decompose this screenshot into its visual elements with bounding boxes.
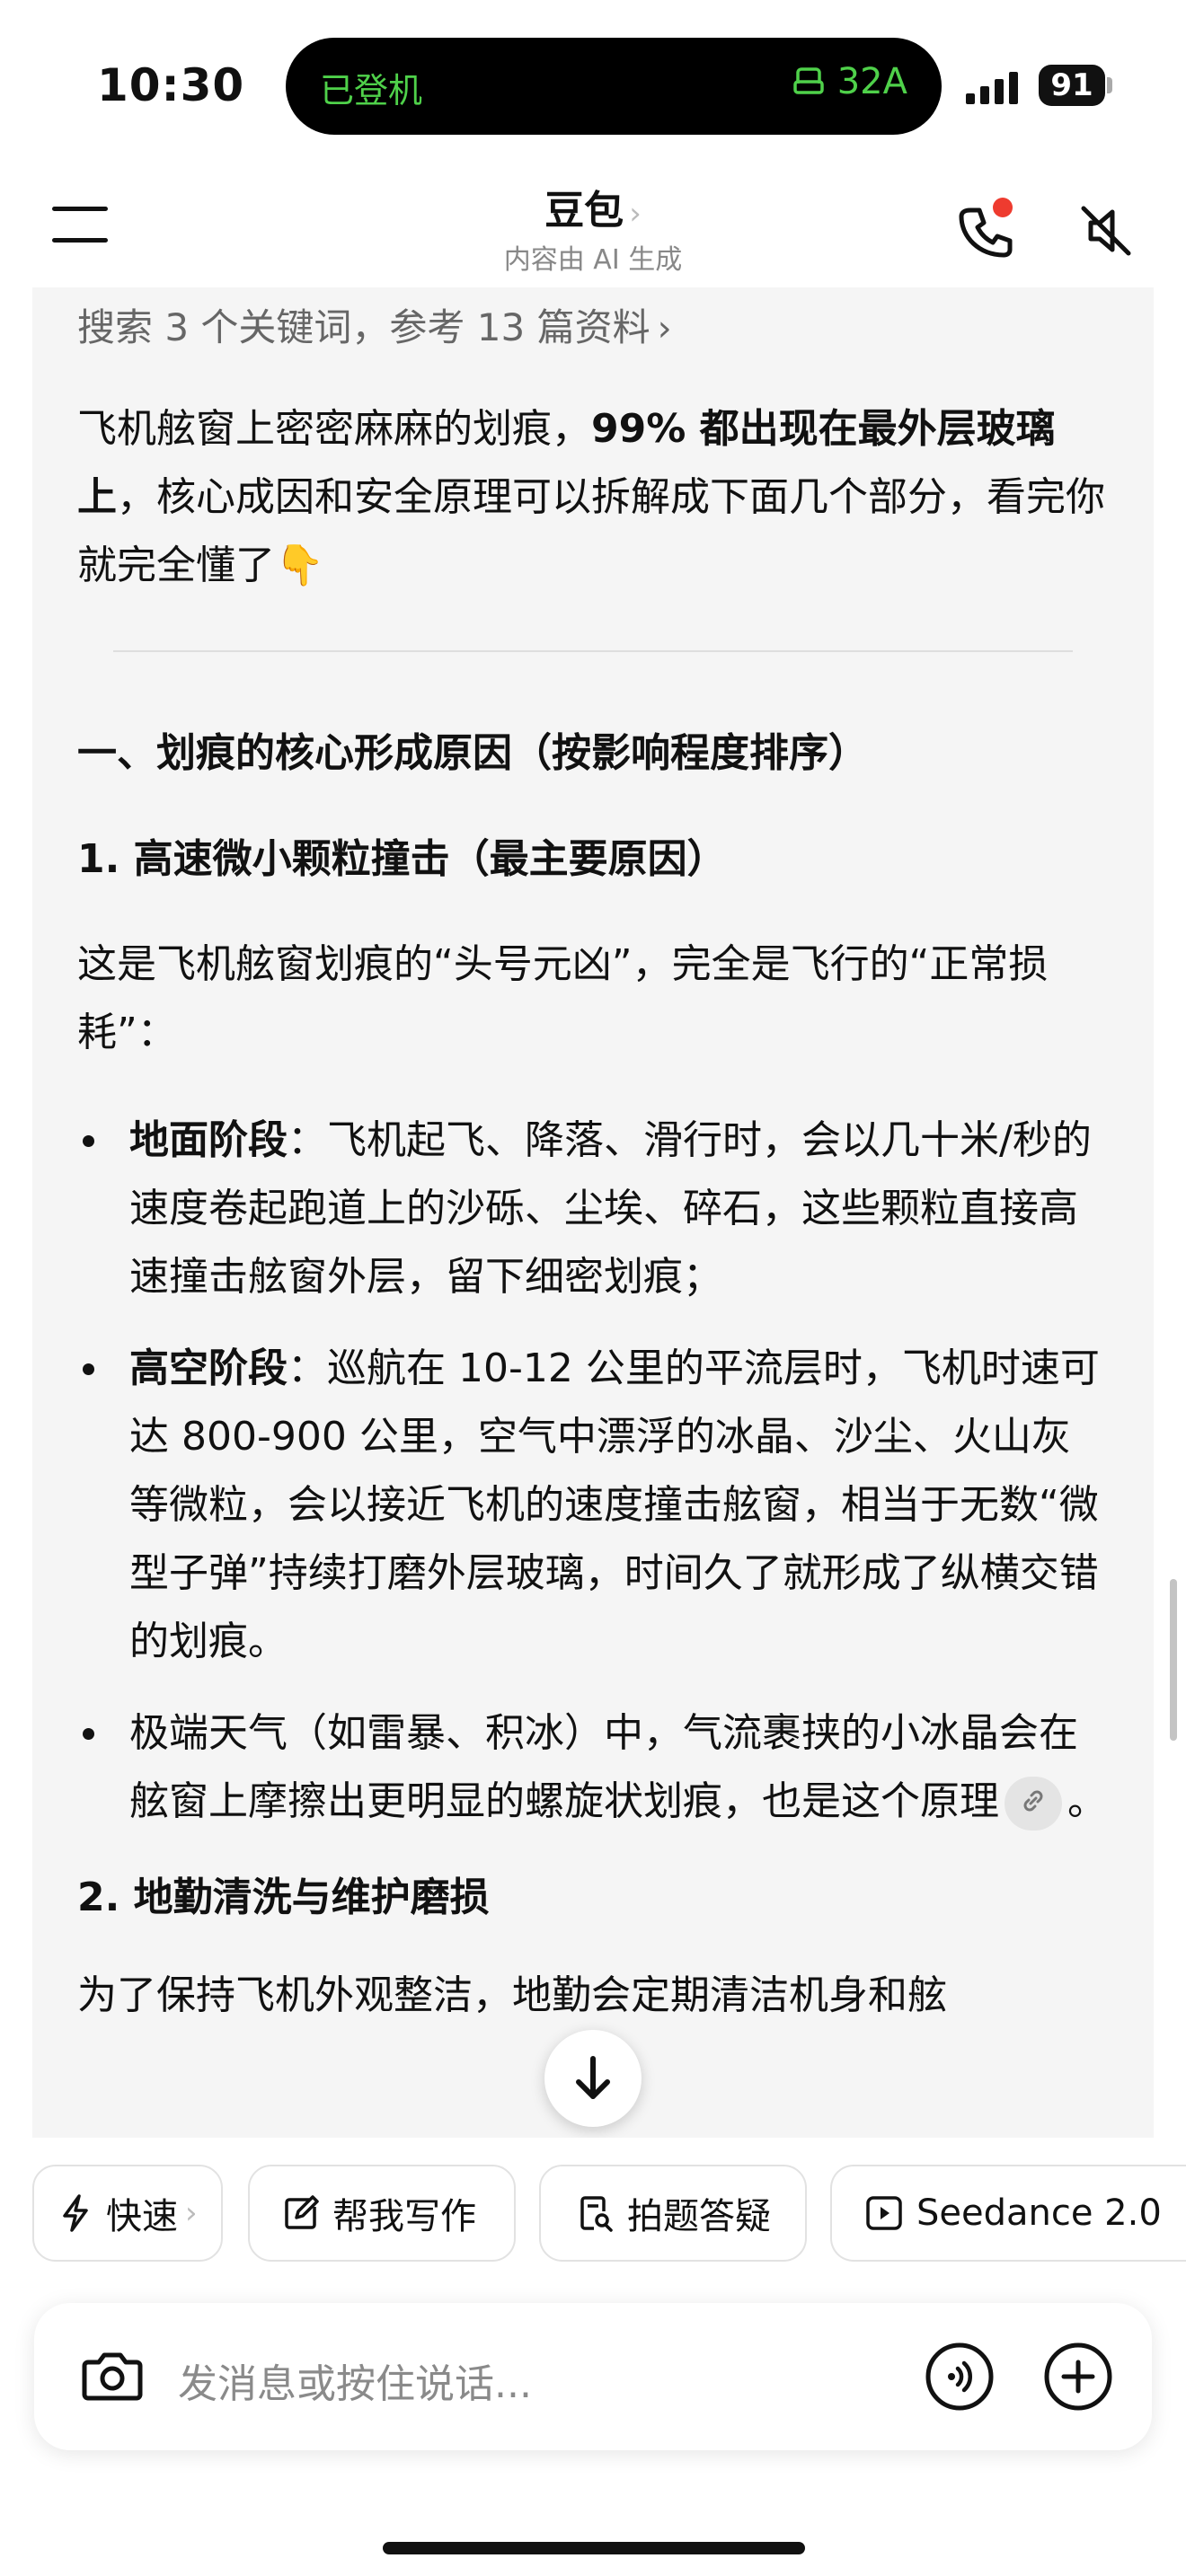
- recording-dot: [993, 198, 1013, 217]
- dynamic-island[interactable]: 已登机 32A: [286, 38, 942, 135]
- lightning-icon: [63, 2194, 88, 2232]
- source-link-icon[interactable]: [1005, 1777, 1062, 1831]
- bullet-list: 地面阶段：飞机起飞、降落、滑行时，会以几十米/秒的速度卷起跑道上的沙砾、尘埃、碎…: [77, 1107, 1109, 1836]
- bullet-item: 地面阶段：飞机起飞、降落、滑行时，会以几十米/秒的速度卷起跑道上的沙砾、尘埃、碎…: [77, 1107, 1109, 1311]
- home-indicator[interactable]: [383, 2542, 805, 2554]
- subsection-heading: 1. 高速微小颗粒撞击（最主要原因）: [77, 836, 727, 882]
- seat-number: 32A: [836, 61, 907, 102]
- chevron-right-icon: ›: [657, 308, 672, 349]
- section-divider: [113, 650, 1073, 652]
- video-play-icon: [866, 2196, 902, 2230]
- chip-seedance[interactable]: Seedance 2.0: [830, 2165, 1186, 2262]
- pointing-down-emoji: 👇: [275, 543, 324, 588]
- subsection-paragraph: 为了保持飞机外观整洁，地勤会定期清洁机身和舷: [77, 1972, 947, 2018]
- voice-wave-icon[interactable]: [924, 2341, 996, 2413]
- battery-cap: [1107, 77, 1112, 93]
- message-input[interactable]: 发消息或按住说话...: [178, 2351, 532, 2409]
- cellular-signal-icon: [966, 72, 1018, 104]
- battery-icon: 91: [1039, 65, 1105, 106]
- chip-fast-mode[interactable]: 快速 ›: [32, 2165, 223, 2262]
- scan-doc-icon: [580, 2196, 613, 2232]
- arrow-down-icon: [576, 2056, 610, 2099]
- chip-photo-question[interactable]: 拍题答疑: [539, 2165, 807, 2262]
- chat-header: 豆包 › 内容由 AI 生成: [0, 153, 1186, 287]
- seat-info: 32A: [791, 61, 907, 102]
- scrollbar[interactable]: [1170, 1579, 1177, 1741]
- seat-icon: [792, 67, 824, 94]
- assistant-name: 豆包: [544, 188, 624, 234]
- scroll-to-bottom-button[interactable]: [544, 2030, 642, 2127]
- camera-icon[interactable]: [75, 2339, 149, 2413]
- intro-paragraph: 飞机舷窗上密密麻麻的划痕，99% 都出现在最外层玻璃上，核心成因和安全原理可以拆…: [77, 406, 1105, 588]
- bullet-item: 高空阶段：巡航在 10-12 公里的平流层时，飞机时速可达 800-900 公里…: [77, 1335, 1109, 1676]
- edit-icon: [285, 2195, 319, 2229]
- subsection-heading: 2. 地勤清洗与维护磨损: [77, 1875, 490, 1920]
- status-time: 10:30: [97, 59, 245, 111]
- chip-writing[interactable]: 帮我写作: [248, 2165, 516, 2262]
- plus-icon[interactable]: [1042, 2341, 1114, 2413]
- boarding-status: 已登机: [320, 71, 423, 110]
- quick-action-chips: 快速 › 帮我写作 拍题答疑 Seedance 2.0: [0, 2138, 1186, 2272]
- bullet-item: 极端天气（如雷暴、积冰）中，气流裹挟的小冰晶会在舷窗上摩擦出更明显的螺旋状划痕，…: [77, 1699, 1109, 1836]
- section-heading: 一、划痕的核心形成原因（按影响程度排序）: [77, 730, 868, 776]
- status-bar: 10:30 已登机 32A 91: [0, 0, 1186, 153]
- assistant-message: 搜索 3 个关键词，参考 13 篇资料 › 飞机舷窗上密密麻麻的划痕，99% 都出…: [32, 287, 1154, 2138]
- speaker-muted-icon[interactable]: [1075, 199, 1137, 262]
- message-input-bar[interactable]: 发消息或按住说话...: [34, 2303, 1152, 2450]
- subsection-paragraph: 这是飞机舷窗划痕的“头号元凶”，完全是飞行的“正常损耗”：: [77, 941, 1049, 1055]
- search-sources-summary[interactable]: 搜索 3 个关键词，参考 13 篇资料 ›: [77, 296, 1109, 359]
- chevron-right-icon: ›: [629, 196, 642, 232]
